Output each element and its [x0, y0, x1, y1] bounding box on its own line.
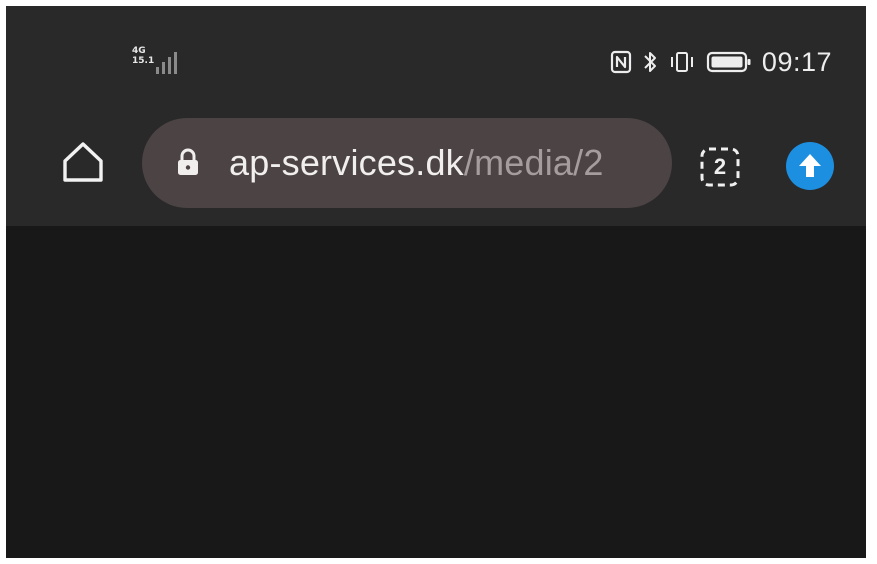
arrow-up-icon — [799, 154, 821, 177]
vibrate-icon — [670, 52, 693, 72]
nfc-icon — [610, 50, 632, 74]
phone-screen: 4G 15.1 09:17 ap-services.dk/media/2 2 — [6, 6, 866, 558]
cellular-signal-icon — [156, 50, 177, 74]
tab-switcher-button[interactable]: 2 — [698, 145, 742, 189]
network-type: 4G — [132, 46, 146, 56]
network-indicator: 4G 15.1 — [132, 46, 154, 66]
status-time: 09:17 — [761, 46, 832, 77]
update-button[interactable] — [786, 142, 834, 190]
url-host: ap-services.dk — [229, 142, 464, 183]
lock-icon — [178, 148, 198, 175]
browser-chrome: 4G 15.1 09:17 ap-services.dk/media/2 2 — [6, 6, 866, 226]
url-path: /media/2 — [463, 142, 604, 183]
battery-icon — [706, 51, 751, 73]
network-sub: 15.1 — [132, 56, 155, 66]
url-text: ap-services.dk/media/2 — [229, 141, 604, 185]
address-bar[interactable]: ap-services.dk/media/2 — [142, 118, 672, 208]
tab-count: 2 — [713, 154, 727, 179]
bluetooth-icon — [644, 52, 656, 72]
page-content — [6, 226, 866, 558]
home-icon[interactable] — [58, 137, 108, 187]
status-bar-right: 09:17 — [610, 45, 832, 79]
